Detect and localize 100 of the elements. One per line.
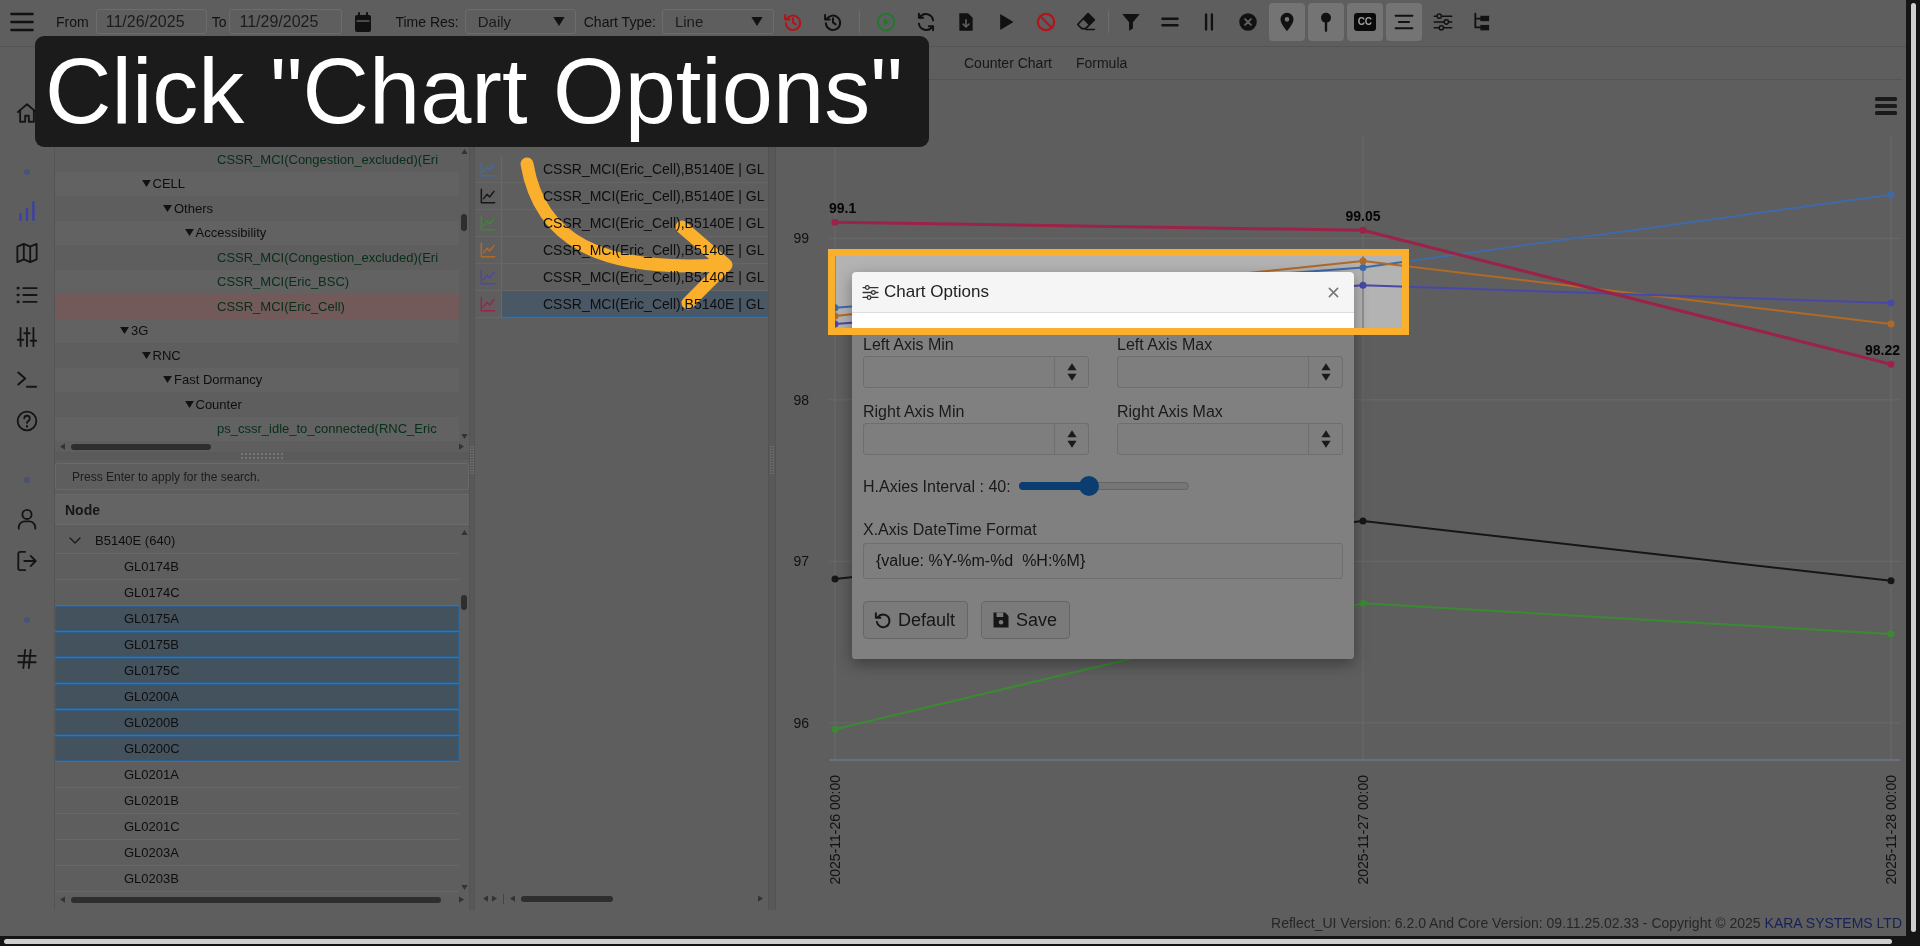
- scroll-left-icon[interactable]: [60, 896, 65, 903]
- caret-icon[interactable]: [120, 327, 129, 335]
- scrollbar[interactable]: [459, 528, 469, 892]
- slider[interactable]: [1018, 476, 1189, 496]
- logout-icon[interactable]: [16, 550, 38, 572]
- home-icon[interactable]: [16, 102, 38, 124]
- scrollbar[interactable]: [459, 147, 469, 441]
- tab[interactable]: Formula: [1068, 47, 1135, 79]
- footer-text: Reflect_UI Version: 6.2.0 And Core Version: 09.11.25.02.33 - Copyright © 2025 KARA SYSTEMS LTD: [1271, 915, 1902, 931]
- scrollbar-thumb[interactable]: [1910, 3, 1916, 932]
- tree-folder-row[interactable]: Accessibility: [55, 220, 459, 245]
- node-row[interactable]: GL0175A: [55, 606, 459, 632]
- scroll-left-icon[interactable]: [483, 895, 488, 902]
- scroll-up-icon[interactable]: [460, 530, 468, 535]
- field-label: X.Axis DateTime Format: [863, 520, 1038, 539]
- tree-folder-row[interactable]: 3G: [55, 318, 459, 343]
- caret-icon[interactable]: [184, 229, 194, 237]
- align-button[interactable]: [1385, 2, 1422, 41]
- scrollbar[interactable]: [0, 936, 1906, 946]
- caret-icon: [750, 17, 763, 26]
- axis-label: 96: [793, 714, 809, 731]
- calendar-icon[interactable]: [354, 11, 373, 32]
- scroll-right-icon[interactable]: [459, 896, 464, 903]
- scrollbar-thumb[interactable]: [71, 443, 211, 450]
- node-row[interactable]: GL0175B: [55, 632, 459, 658]
- caret-icon[interactable]: [141, 180, 151, 188]
- scroll-left-icon[interactable]: [60, 443, 65, 450]
- search-field[interactable]: Press Enter to apply for the search.: [55, 463, 469, 490]
- spinner-icon[interactable]: [1320, 362, 1331, 382]
- tree-folder-row[interactable]: Fast Dormancy: [55, 367, 459, 392]
- number-field[interactable]: [1117, 423, 1343, 455]
- hash-icon[interactable]: [16, 648, 38, 670]
- point: [1359, 281, 1367, 289]
- scroll-right-icon[interactable]: [758, 895, 763, 902]
- number-field[interactable]: [863, 356, 1089, 388]
- chevron-down-icon[interactable]: [69, 537, 81, 544]
- scrollbar-thumb[interactable]: [461, 595, 467, 610]
- input-field[interactable]: {value: %Y-%m-%d %H:%M}: [863, 543, 1343, 579]
- scroll-down-icon[interactable]: [460, 885, 468, 890]
- dropdown[interactable]: Line: [661, 9, 774, 34]
- tree-item[interactable]: ps_cssr_idle_to_connected(RNC_Eric: [55, 416, 459, 441]
- series-row[interactable]: CSSR_MCI(Eric_Cell),B5140E | GL: [475, 156, 768, 183]
- menu-icon[interactable]: [10, 11, 34, 32]
- spinner-icon[interactable]: [1066, 362, 1077, 382]
- map-pin-button[interactable]: [1268, 2, 1305, 41]
- number-field[interactable]: [863, 423, 1089, 455]
- number-field[interactable]: [1117, 356, 1343, 388]
- user-icon[interactable]: [16, 508, 38, 530]
- help-icon[interactable]: [16, 410, 38, 432]
- caret-icon[interactable]: [184, 400, 194, 408]
- tree-folder-row[interactable]: CELL: [55, 171, 459, 196]
- axis-label: 2025-11-27 00:00: [1355, 775, 1371, 885]
- spinner-icon[interactable]: [1066, 429, 1077, 449]
- scrollbar-thumb[interactable]: [461, 214, 467, 231]
- scrollbar-thumb[interactable]: [4, 938, 1892, 944]
- list-icon[interactable]: [16, 284, 38, 306]
- tree-item[interactable]: CSSR_MCI(Eric_Cell): [55, 294, 459, 319]
- slider-thumb[interactable]: [1078, 476, 1099, 496]
- scroll-right-icon[interactable]: [492, 895, 497, 902]
- scroll-up-icon[interactable]: [460, 149, 468, 154]
- field-label: From: [56, 13, 89, 30]
- map-icon[interactable]: [16, 242, 38, 264]
- node-row[interactable]: GL0200A: [55, 684, 459, 710]
- save-button[interactable]: Save: [981, 601, 1071, 639]
- caret-icon[interactable]: [163, 376, 172, 384]
- caret-icon[interactable]: [163, 204, 172, 212]
- history-icon: [782, 11, 803, 32]
- menu-icon[interactable]: [1875, 97, 1897, 115]
- scrollbar-thumb[interactable]: [71, 896, 441, 903]
- default-button[interactable]: Default: [863, 601, 969, 639]
- node-row[interactable]: GL0175C: [55, 658, 459, 684]
- pin-button[interactable]: [1307, 2, 1344, 41]
- node-row[interactable]: GL0200C: [55, 736, 459, 762]
- point: [831, 218, 839, 226]
- spinner-icon[interactable]: [1320, 429, 1331, 449]
- date-field[interactable]: 11/29/2025: [229, 9, 343, 34]
- sliders-icon[interactable]: [16, 326, 38, 348]
- dropdown[interactable]: Daily: [464, 9, 576, 34]
- scroll-right-icon[interactable]: [459, 443, 464, 450]
- field-label: To: [211, 13, 227, 30]
- column-header[interactable]: Node: [65, 501, 100, 518]
- tutorial-tooltip: Click "Chart Options": [35, 36, 929, 147]
- caret-icon[interactable]: [141, 351, 151, 359]
- scrollbar[interactable]: [1906, 0, 1920, 946]
- filter-icon: [1120, 11, 1141, 32]
- tree-item[interactable]: CSSR_MCI(Eric_BSC): [55, 269, 459, 294]
- field-label: Left Axis Min: [863, 335, 955, 354]
- date-field[interactable]: 11/26/2025: [95, 9, 207, 34]
- sliders-icon: [1432, 11, 1453, 32]
- grip-icon[interactable]: [241, 453, 283, 459]
- splitter[interactable]: [55, 452, 469, 460]
- tab[interactable]: Counter Chart: [957, 47, 1059, 79]
- company-link[interactable]: KARA SYSTEMS LTD: [1764, 915, 1902, 931]
- scroll-down-icon[interactable]: [460, 434, 468, 439]
- scrollbar-thumb[interactable]: [521, 895, 613, 902]
- captions-button[interactable]: CC: [1346, 2, 1383, 41]
- series-row[interactable]: CSSR_MCI(Eric_Cell),B5140E | GL: [475, 183, 768, 210]
- scroll-left-icon[interactable]: [510, 895, 515, 902]
- data-label: 99.1: [829, 200, 857, 217]
- node-row[interactable]: GL0200B: [55, 710, 459, 736]
